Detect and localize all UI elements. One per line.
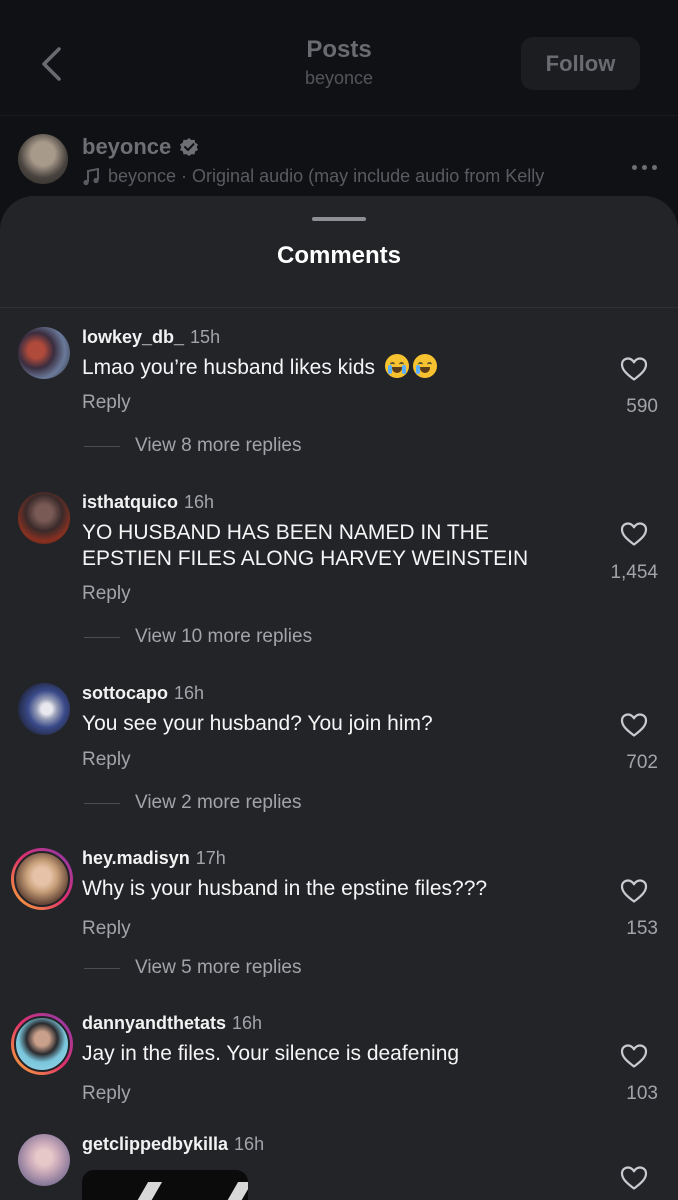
view-replies-button[interactable]: View 2 more replies [84,792,302,814]
post-avatar[interactable] [18,134,68,184]
comment-time: 16h [174,683,205,703]
view-replies-button[interactable]: View 10 more replies [84,626,312,648]
heart-icon[interactable] [620,878,648,904]
avatar[interactable] [18,492,70,544]
avatar[interactable] [18,327,70,379]
avatar[interactable] [11,1013,73,1075]
comment-text-row: Lmao you’re husband likes kids [82,354,582,381]
reply-button[interactable]: Reply [82,918,131,940]
comment-text: You see your husband? You join him? [82,712,433,735]
comment-text: Jay in the files. Your silence is deafen… [82,1042,460,1065]
comment-time: 16h [232,1013,263,1033]
comment-media-thumbnail[interactable] [82,1170,248,1200]
comment-text: Why is your husband in the epstine files… [82,877,488,900]
reply-button[interactable]: Reply [82,1083,131,1105]
view-replies-button[interactable]: View 8 more replies [84,435,302,457]
comment-time: 16h [234,1134,265,1154]
like-count: 702 [626,752,658,773]
comment-text: YO HUSBAND HAS BEEN NAMED IN THE EPSTIEN… [82,521,529,570]
like-count: 153 [626,918,658,939]
divider [84,967,120,969]
more-options-icon[interactable] [628,152,660,182]
heart-icon[interactable] [620,356,648,382]
divider [84,802,120,804]
view-replies-button[interactable]: View 5 more replies [84,957,302,979]
comments-title: Comments [276,242,402,269]
view-replies-label: View 2 more replies [135,792,302,813]
reply-button[interactable]: Reply [82,749,131,771]
comment-header: hey.madisyn 17h [82,848,226,869]
comment-username[interactable]: hey.madisyn [82,848,190,868]
divider [84,636,120,638]
post-audio-text: beyonce · Original audio (may include au… [108,166,545,186]
face-with-tears-of-joy-icon [412,354,437,378]
heart-icon[interactable] [620,1165,648,1191]
avatar[interactable] [18,1134,70,1186]
reply-button[interactable]: Reply [82,583,131,605]
comment-username[interactable]: isthatquico [82,492,178,512]
loudly-crying-face-icon [384,354,409,378]
view-replies-label: View 10 more replies [135,626,313,647]
top-header: Posts beyonce Follow [0,0,678,115]
reply-button[interactable]: Reply [82,392,131,414]
post-username-row[interactable]: beyonce [82,134,199,160]
verified-badge-icon [180,138,199,156]
divider [0,307,678,308]
comment-header: getclippedbykilla 16h [82,1134,264,1155]
comment-header: dannyandthetats 16h [82,1013,262,1034]
divider [84,445,120,447]
avatar[interactable] [18,683,70,735]
comment-text: Lmao you’re husband likes kids [82,356,375,379]
avatar[interactable] [11,848,73,910]
comment-time: 17h [195,848,226,868]
music-note-icon [83,167,99,185]
comment-username[interactable]: lowkey_db_ [82,327,184,347]
comment-username[interactable]: getclippedbykilla [82,1134,228,1154]
heart-icon[interactable] [620,521,648,547]
post-audio-row[interactable]: beyonce · Original audio (may include au… [82,166,602,187]
heart-icon[interactable] [620,1043,648,1069]
comment-header: isthatquico 16h [82,492,214,513]
comment-time: 16h [184,492,215,512]
comment-username[interactable]: dannyandthetats [82,1013,226,1033]
comment-header: sottocapo 16h [82,683,204,704]
post-username: beyonce [82,134,172,159]
like-count: 590 [626,396,658,417]
comment-header: lowkey_db_ 15h [82,327,220,348]
comment-username[interactable]: sottocapo [82,683,168,703]
follow-button[interactable]: Follow [521,37,640,90]
heart-icon[interactable] [620,712,648,738]
drag-handle[interactable] [312,217,366,221]
like-count: 103 [626,1083,658,1104]
view-replies-label: View 8 more replies [135,435,302,456]
like-count: 1,454 [610,562,658,583]
view-replies-label: View 5 more replies [135,957,302,978]
comment-time: 15h [190,327,221,347]
